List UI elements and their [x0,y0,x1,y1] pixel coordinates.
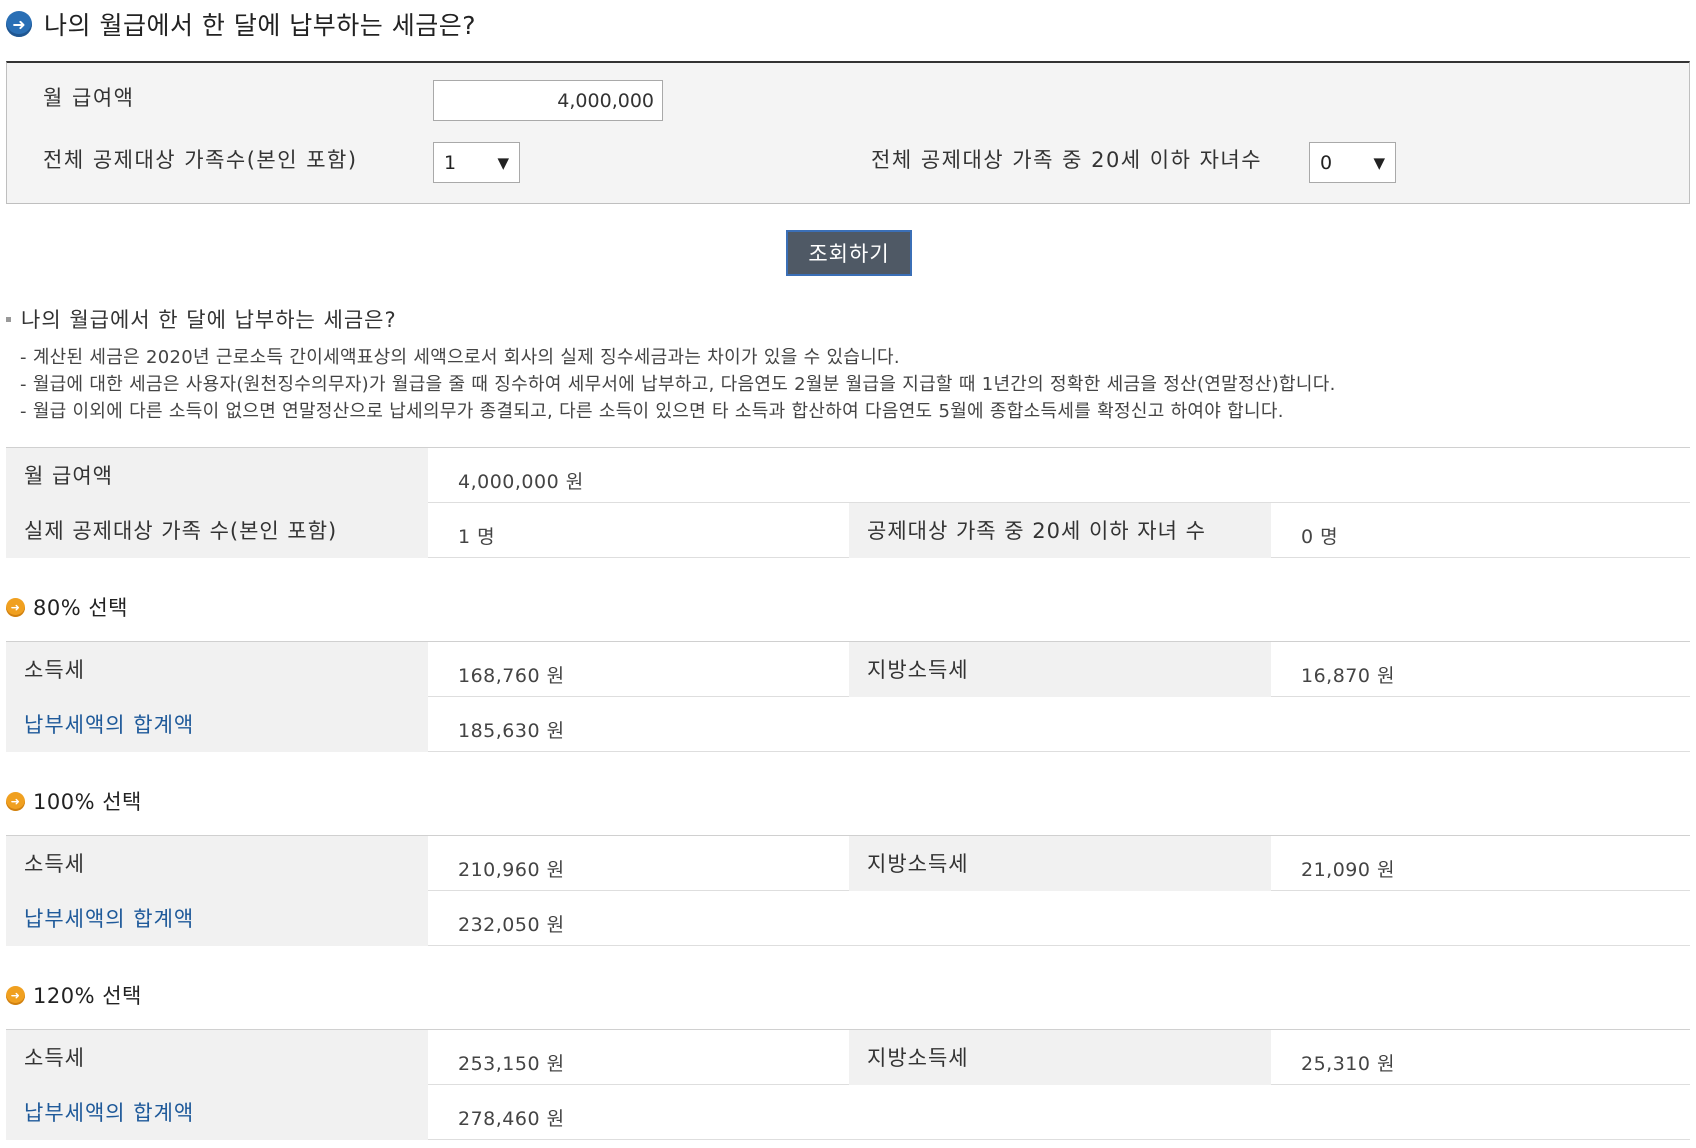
table-row: 소득세 168,760 원 지방소득세 16,870 원 [6,642,1690,697]
local-tax-label: 지방소득세 [849,836,1271,891]
search-form: 월 급여액 4,000,000 전체 공제대상 가족수(본인 포함) 1 ▼ 전… [6,61,1690,204]
table-row: 납부세액의 합계액 232,050 원 [6,891,1690,946]
income-tax-label: 소득세 [6,642,428,697]
total-tax-value: 232,050 원 [458,914,565,936]
summary-salary-value: 4,000,000 원 [458,471,584,493]
local-tax-value: 25,310 원 [1301,1053,1396,1075]
notice-heading: 나의 월급에서 한 달에 납부하는 세금은? [6,304,397,334]
summary-family-value: 1 명 [458,526,496,548]
section-100-heading: ➜ 100% 선택 [6,786,142,816]
children-count-select[interactable]: 0 ▼ [1309,142,1396,183]
section-120-table: 소득세 253,150 원 지방소득세 25,310 원 납부세액의 합계액 2… [6,1029,1690,1140]
section-title: 120% 선택 [33,984,142,1008]
chevron-down-icon: ▼ [497,153,509,172]
section-80-table: 소득세 168,760 원 지방소득세 16,870 원 납부세액의 합계액 1… [6,641,1690,752]
family-count-select[interactable]: 1 ▼ [433,142,520,183]
summary-family-label: 실제 공제대상 가족 수(본인 포함) [6,503,428,558]
page-title: 나의 월급에서 한 달에 납부하는 세금은? [44,11,477,40]
total-tax-label: 납부세액의 합계액 [6,697,428,752]
notice-title: 나의 월급에서 한 달에 납부하는 세금은? [21,308,397,332]
local-tax-value: 21,090 원 [1301,859,1396,881]
table-row: 월 급여액 4,000,000 원 [6,448,1690,503]
search-button[interactable]: 조회하기 [786,230,912,276]
summary-table: 월 급여액 4,000,000 원 실제 공제대상 가족 수(본인 포함) 1 … [6,447,1690,558]
total-tax-label: 납부세액의 합계액 [6,891,428,946]
local-tax-label: 지방소득세 [849,642,1271,697]
section-120-heading: ➜ 120% 선택 [6,980,142,1010]
local-tax-label: 지방소득세 [849,1030,1271,1085]
table-row: 소득세 210,960 원 지방소득세 21,090 원 [6,836,1690,891]
table-row: 납부세액의 합계액 185,630 원 [6,697,1690,752]
notice-line: - 월급 이외에 다른 소득이 없으면 연말정산으로 납세의무가 종결되고, 다… [20,401,1284,422]
total-tax-label: 납부세액의 합계액 [6,1085,428,1140]
income-tax-value: 168,760 원 [458,665,565,687]
income-tax-value: 210,960 원 [458,859,565,881]
table-row: 소득세 253,150 원 지방소득세 25,310 원 [6,1030,1690,1085]
arrow-right-circle-icon: ➜ [6,11,32,37]
income-tax-value: 253,150 원 [458,1053,565,1075]
section-80-heading: ➜ 80% 선택 [6,592,128,622]
notice-line: - 월급에 대한 세금은 사용자(원천징수의무자)가 월급을 줄 때 징수하여 … [20,374,1336,395]
bullet-icon [6,316,11,322]
local-tax-value: 16,870 원 [1301,665,1396,687]
salary-label: 월 급여액 [43,86,135,110]
salary-input[interactable]: 4,000,000 [433,80,663,121]
notice-line: - 계산된 세금은 2020년 근로소득 간이세액표상의 세액으로서 회사의 실… [20,347,900,368]
total-tax-value: 278,460 원 [458,1108,565,1130]
children-count-value: 0 [1320,151,1333,174]
total-tax-value: 185,630 원 [458,720,565,742]
page-header: ➜ 나의 월급에서 한 달에 납부하는 세금은? [6,8,476,40]
table-row: 납부세액의 합계액 278,460 원 [6,1085,1690,1140]
summary-children-label: 공제대상 가족 중 20세 이하 자녀 수 [849,503,1271,558]
arrow-right-circle-icon: ➜ [6,597,25,617]
summary-salary-label: 월 급여액 [6,448,428,503]
section-100-table: 소득세 210,960 원 지방소득세 21,090 원 납부세액의 합계액 2… [6,835,1690,946]
summary-children-value: 0 명 [1301,526,1339,548]
income-tax-label: 소득세 [6,836,428,891]
arrow-right-circle-icon: ➜ [6,985,25,1005]
section-title: 100% 선택 [33,790,142,814]
children-count-label: 전체 공제대상 가족 중 20세 이하 자녀수 [871,148,1263,172]
table-row: 실제 공제대상 가족 수(본인 포함) 1 명 공제대상 가족 중 20세 이하… [6,503,1690,558]
chevron-down-icon: ▼ [1373,153,1385,172]
family-count-label: 전체 공제대상 가족수(본인 포함) [43,148,358,172]
family-count-value: 1 [444,151,457,174]
arrow-right-circle-icon: ➜ [6,791,25,811]
income-tax-label: 소득세 [6,1030,428,1085]
section-title: 80% 선택 [33,596,128,620]
